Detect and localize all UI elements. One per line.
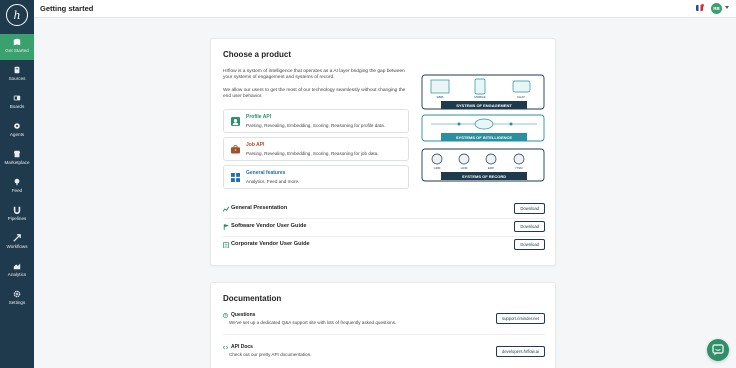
chart-line-icon: [223, 206, 229, 212]
diagram-label-crm: CRM: [434, 166, 441, 170]
diagram-record-label: SYSTEMS OF RECORD: [462, 174, 506, 179]
code-icon: [223, 345, 228, 350]
hrflow-logo[interactable]: h: [6, 4, 28, 26]
option-title: Profile API: [246, 114, 272, 120]
pipelines-icon: [13, 206, 21, 214]
intro-text: We allow our users to get the most of ou…: [223, 88, 406, 100]
boards-icon: [13, 95, 21, 101]
general-features-option[interactable]: General features Analytics, Feed and mor…: [223, 165, 409, 189]
download-row: Software Vendor User Guide Download: [223, 220, 545, 237]
sidebar-item-sources[interactable]: Sources: [0, 66, 34, 86]
sidebar-item-get-started[interactable]: Get Started: [0, 34, 34, 60]
option-desc: Parsing, Revealing, Embedding, Scoring, …: [246, 151, 379, 156]
briefcase-icon: [231, 145, 240, 154]
building-icon: [223, 242, 229, 248]
sidebar-item-label: Pipelines: [7, 216, 27, 221]
chat-button[interactable]: [707, 339, 729, 361]
doc-row: API Docs Check out our pretty API docume…: [223, 343, 545, 367]
download-row: General Presentation Download: [223, 202, 545, 219]
sidebar-item-settings[interactable]: Settings: [0, 290, 34, 310]
sidebar-item-label: Get Started: [5, 48, 29, 53]
option-desc: Analytics, Feed and more.: [246, 179, 300, 184]
option-desc: Parsing, Revealing, Embedding, Scoring, …: [246, 123, 385, 128]
download-button[interactable]: Download: [514, 239, 545, 250]
question-icon: [223, 313, 228, 318]
support-link-button[interactable]: support.riminder.net: [495, 313, 545, 324]
sidebar-item-marketplace[interactable]: Marketplace: [0, 150, 34, 170]
option-title: Job API: [246, 142, 265, 148]
sidebar-item-analytics[interactable]: Analytics: [0, 262, 34, 282]
card-title: Documentation: [223, 294, 282, 303]
sidebar-item-agents[interactable]: Agents: [0, 122, 34, 142]
flag-icon: [223, 224, 229, 230]
agents-icon: [14, 123, 20, 129]
sidebar-item-feed[interactable]: Feed: [0, 178, 34, 198]
job-api-option[interactable]: Job API Parsing, Revealing, Embedding, S…: [223, 137, 409, 161]
analytics-icon: [13, 263, 21, 270]
sidebar-item-label: Settings: [8, 300, 26, 305]
systems-diagram: WEB MOBILE CHAT SYSTEMS OF ENGAGEMENT SY…: [421, 74, 545, 182]
workflows-icon: [13, 234, 21, 242]
chevron-down-icon[interactable]: [725, 6, 729, 9]
sidebar-item-label: Sources: [8, 76, 26, 81]
download-row: Corporate Vendor User Guide Download: [223, 238, 545, 255]
sidebar-item-label: Analytics: [7, 272, 27, 277]
sidebar-item-workflows[interactable]: Workflows: [0, 234, 34, 254]
diagram-label-erp: ERP: [488, 166, 494, 170]
doc-desc: Check out our pretty API documentation.: [229, 352, 312, 357]
sidebar-item-label: Boards: [9, 104, 25, 109]
top-bar: Getting started RB: [34, 0, 736, 18]
sidebar-item-pipelines[interactable]: Pipelines: [0, 206, 34, 226]
doc-desc: We've set up a dedicated Q&A support sit…: [229, 320, 397, 325]
marketplace-icon: [13, 150, 21, 158]
card-title: Choose a product: [223, 50, 292, 59]
intro-text: Hrflow is a system of intelligence that …: [223, 69, 405, 81]
chat-icon: [712, 344, 724, 356]
avatar[interactable]: RB: [711, 3, 722, 14]
documentation-card: Documentation Questions We've set up a d…: [210, 282, 556, 368]
gear-icon: [13, 290, 21, 298]
diagram-intelligence-label: SYSTEMS OF INTELLIGENCE: [456, 135, 513, 140]
doc-title: API Docs: [231, 344, 253, 350]
profile-api-option[interactable]: Profile API Parsing, Revealing, Embeddin…: [223, 109, 409, 133]
sidebar-item-boards[interactable]: Boards: [0, 94, 34, 114]
profile-icon: [231, 117, 240, 126]
diagram-label-itsm: ITSM: [515, 166, 523, 170]
download-title: Software Vendor User Guide: [231, 223, 307, 229]
sidebar: h Get Started Sources Boards Agents Mark…: [0, 0, 34, 368]
download-button[interactable]: Download: [514, 221, 545, 232]
page-title: Getting started: [40, 4, 94, 13]
doc-row: Questions We've set up a dedicated Q&A s…: [223, 311, 545, 335]
feed-icon: [14, 178, 20, 186]
download-title: Corporate Vendor User Guide: [231, 241, 310, 247]
sidebar-item-label: Feed: [11, 188, 23, 193]
notification-dot: [701, 4, 704, 7]
api-docs-link-button[interactable]: developers.hrflow.ai: [495, 346, 545, 357]
diagram-engagement-label: SYSTEMS OF ENGAGEMENT: [456, 103, 512, 108]
option-title: General features: [246, 170, 286, 176]
download-button[interactable]: Download: [514, 203, 545, 214]
grid-icon: [231, 173, 240, 182]
sources-icon: [14, 66, 20, 74]
diagram-label-chat: CHAT: [517, 95, 525, 99]
doc-title: Questions: [231, 312, 256, 318]
diagram-label-hcm: HCM: [461, 166, 468, 170]
diagram-label-mobile: MOBILE: [474, 95, 485, 99]
download-title: General Presentation: [231, 205, 288, 211]
choose-product-card: Choose a product Hrflow is a system of i…: [210, 38, 556, 266]
sidebar-item-label: Agents: [9, 132, 25, 137]
sidebar-item-label: Marketplace: [4, 160, 30, 165]
book-icon: [13, 38, 21, 46]
diagram-label-web: WEB: [437, 95, 444, 99]
sidebar-item-label: Workflows: [6, 244, 28, 249]
